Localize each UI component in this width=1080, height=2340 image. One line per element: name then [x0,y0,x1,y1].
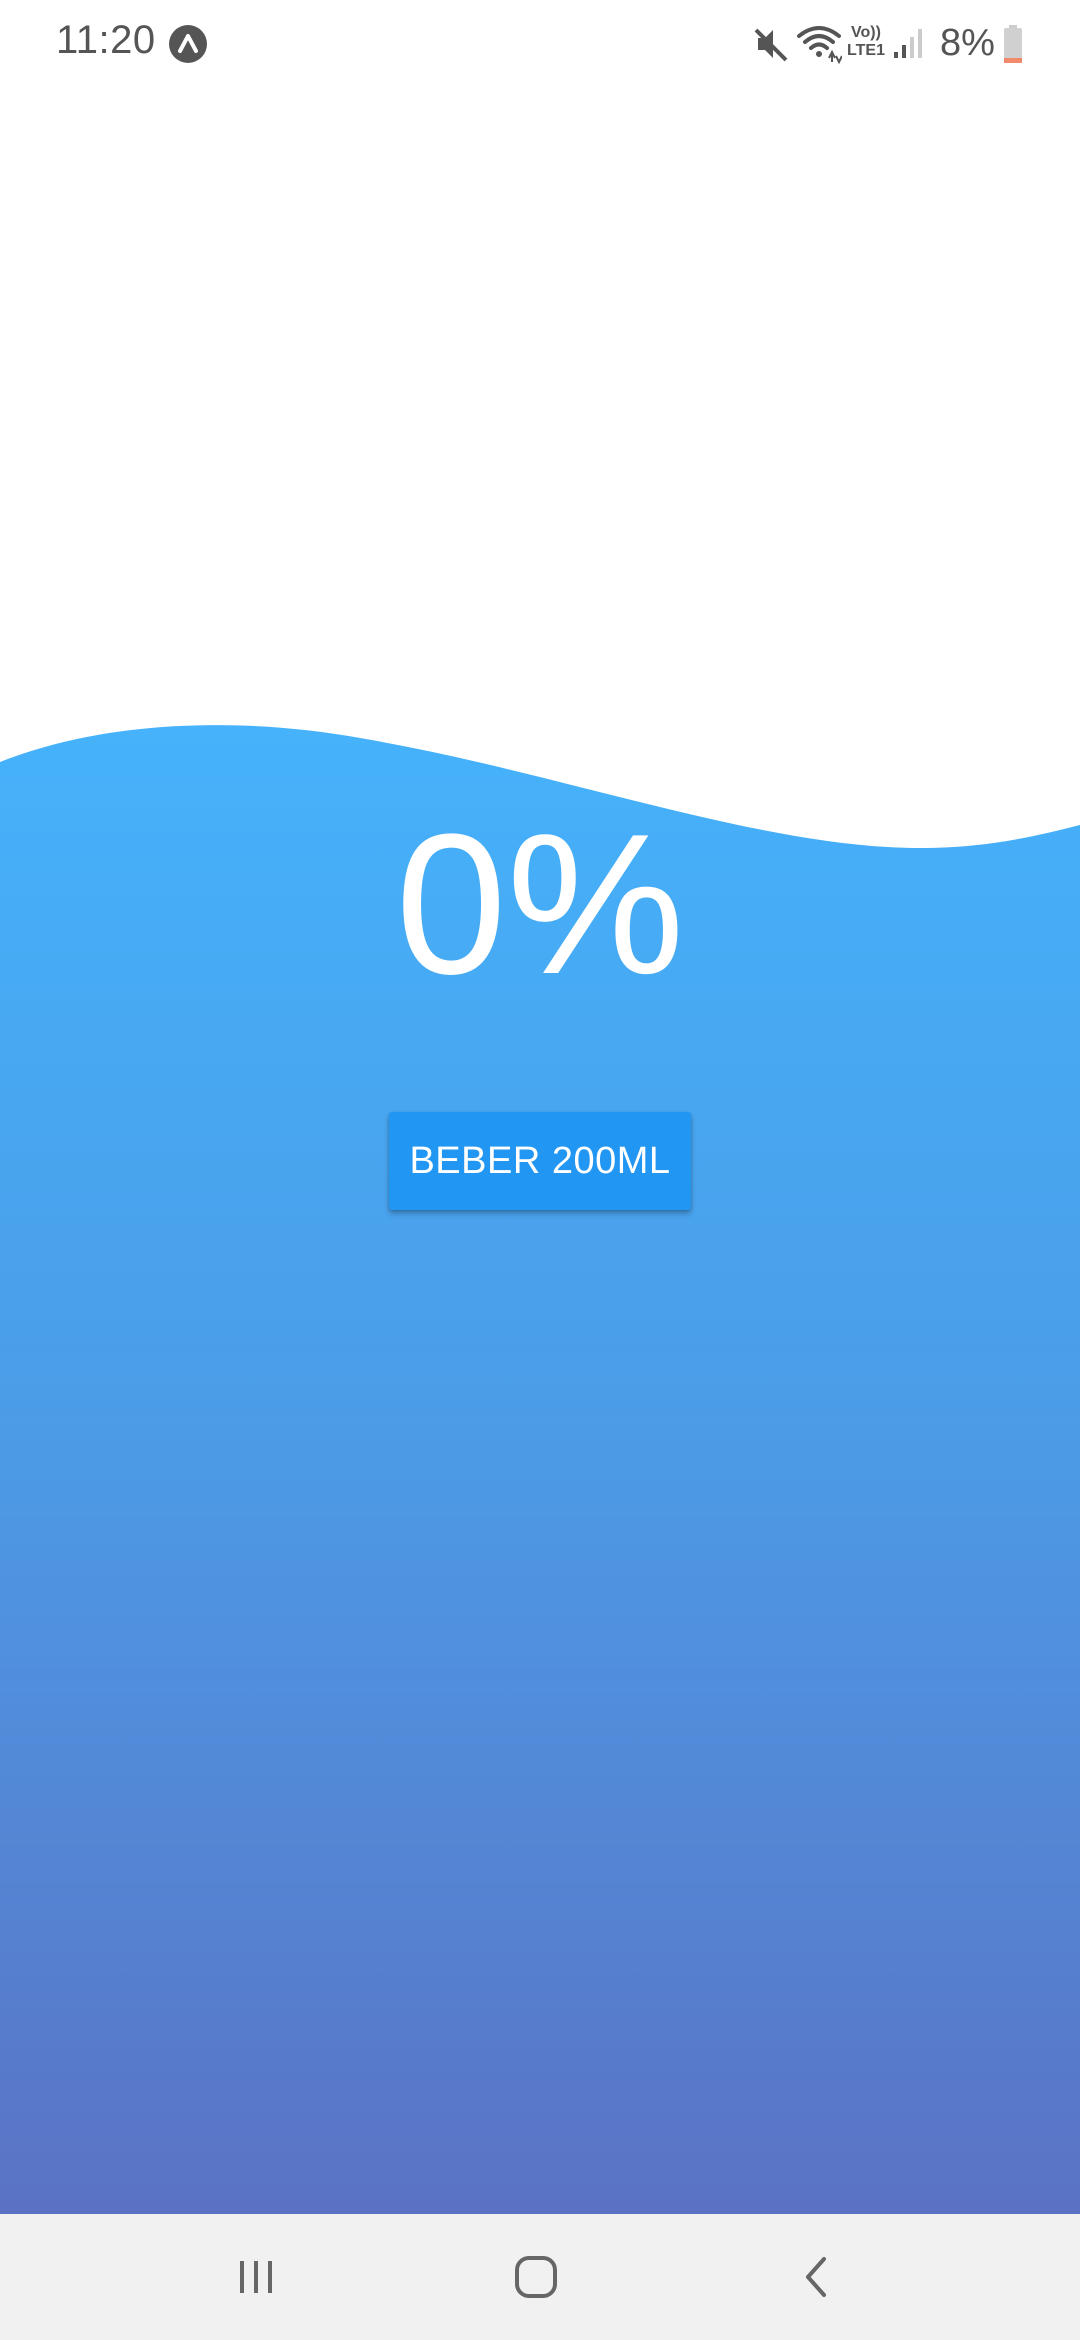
battery-icon [1004,25,1022,63]
back-button[interactable] [758,2232,878,2322]
recents-button[interactable] [196,2232,316,2322]
volte-lte-icon: Vo)) LTE1 [846,24,886,64]
status-time: 11:20 [56,18,156,62]
water-wave [0,725,1080,2214]
home-icon [515,2256,557,2298]
app-notification-icon [169,25,207,63]
volte-label: Vo)) [851,24,881,41]
app-screen: 11:20 Vo)) LTE1 8% 0% BEBER 200ML [0,0,1080,2340]
battery-percent: 8% [940,22,995,64]
wifi-icon [797,26,842,64]
lte-label: LTE1 [847,42,885,59]
drink-200ml-button[interactable]: BEBER 200ML [389,1112,691,1210]
signal-icon [894,29,922,58]
mute-icon [754,28,788,62]
home-button[interactable] [476,2232,596,2322]
back-icon [806,2257,826,2297]
navigation-bar [0,2214,1080,2340]
recents-icon [240,2261,272,2293]
status-bar: 11:20 Vo)) LTE1 8% [0,0,1080,88]
progress-percent: 0% [395,793,685,1016]
